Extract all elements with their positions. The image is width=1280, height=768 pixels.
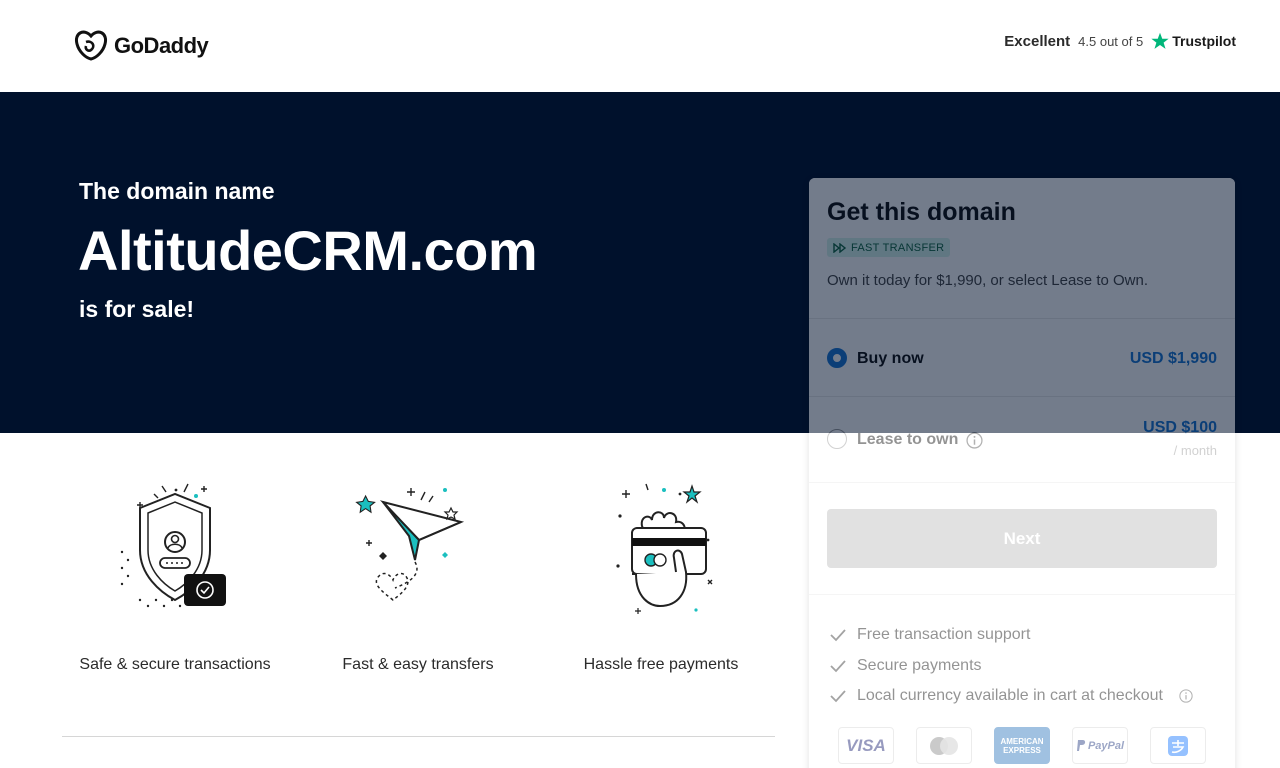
buy-now-radio[interactable] <box>827 348 847 368</box>
godaddy-logo-icon <box>74 30 108 61</box>
trust-excellent-label: Excellent <box>1004 32 1071 50</box>
lease-price: USD $100 <box>1143 419 1217 436</box>
domain-name-heading: AltitudeCRM.com <box>78 219 538 282</box>
feature-label-payments: Hassle free payments <box>583 656 739 673</box>
fast-forward-icon <box>833 242 847 253</box>
card-header: Get this domain FAST TRANSFER Own it tod… <box>809 178 1235 319</box>
visa-text: VISA <box>846 735 886 755</box>
trust-rating-text: 4.5 out of 5 <box>1078 33 1144 49</box>
shield-lock-icon <box>120 483 226 608</box>
visa-logo: VISA <box>838 727 894 764</box>
alipay-logo <box>1150 727 1206 764</box>
brand-name: GoDaddy <box>114 33 209 58</box>
check-icon <box>830 690 846 703</box>
card-separator <box>809 594 1235 595</box>
paypal-text: PayPal <box>1087 739 1125 752</box>
paper-plane-icon <box>355 488 465 601</box>
benefit-item: Local currency available in cart at chec… <box>829 681 1193 712</box>
benefit-item: Free transaction support <box>829 620 1193 651</box>
hero-intro-text: The domain name <box>79 178 275 204</box>
amex-text: AMERICAN EXPRESS <box>1000 736 1044 755</box>
hero-for-sale-text: is for sale! <box>79 296 195 322</box>
info-icon[interactable] <box>966 431 983 449</box>
paypal-logo: PayPal <box>1072 727 1128 764</box>
card-description: Own it today for $1,990, or select Lease… <box>827 272 1149 289</box>
alipay-icon <box>1168 735 1188 756</box>
amex-logo: AMERICAN EXPRESS <box>994 727 1050 764</box>
fast-transfer-label: FAST TRANSFER <box>851 241 945 254</box>
feature-transfer: Fast & easy transfers <box>308 480 528 674</box>
feature-label-transfer: Fast & easy transfers <box>342 656 494 673</box>
buy-now-label: Buy now <box>857 350 924 367</box>
purchase-card: Get this domain FAST TRANSFER Own it tod… <box>809 178 1235 768</box>
lease-to-own-radio[interactable] <box>827 429 847 449</box>
lease-to-own-label: Lease to own <box>857 431 959 448</box>
mastercard-logo <box>916 727 972 764</box>
benefit-text: Free transaction support <box>857 626 1031 644</box>
info-icon[interactable] <box>1179 689 1193 703</box>
card-payment-icon <box>616 483 713 614</box>
benefits-list: Free transaction support Secure payments… <box>829 620 1193 712</box>
feature-payments: Hassle free payments <box>551 480 771 674</box>
check-icon <box>830 660 846 673</box>
option-buy-now[interactable]: Buy now USD $1,990 <box>809 319 1235 397</box>
lease-to-own-label-group: Lease to own <box>857 431 983 449</box>
check-icon <box>830 629 846 642</box>
card-title: Get this domain <box>827 198 1016 226</box>
feature-label-secure: Safe & secure transactions <box>79 656 271 673</box>
page: GoDaddy Excellent 4.5 out of 5 Trustpilo… <box>0 0 1280 768</box>
lease-price-period: / month <box>1173 443 1217 458</box>
benefit-text: Local currency available in cart at chec… <box>857 687 1163 705</box>
trustpilot-star-icon <box>1151 32 1169 49</box>
section-divider <box>62 736 775 737</box>
feature-secure: Safe & secure transactions <box>65 480 285 674</box>
fast-transfer-badge: FAST TRANSFER <box>827 238 951 257</box>
benefit-item: Secure payments <box>829 651 1193 682</box>
benefit-text: Secure payments <box>857 656 982 674</box>
mastercard-icon <box>930 736 958 755</box>
trustpilot-label: Trustpilot <box>1172 33 1236 49</box>
trustpilot-brand: Trustpilot <box>1151 32 1236 50</box>
paypal-icon <box>1076 739 1086 751</box>
site-header: GoDaddy Excellent 4.5 out of 5 Trustpilo… <box>0 0 1280 92</box>
option-lease-to-own[interactable]: Lease to own USD $100 / month <box>809 397 1235 483</box>
next-button[interactable]: Next <box>827 509 1217 568</box>
trustpilot-rating[interactable]: Excellent 4.5 out of 5 Trustpilot <box>1004 32 1236 50</box>
buy-now-price: USD $1,990 <box>1129 350 1217 367</box>
payment-methods: VISA AMERICAN EXPRESS PayPal <box>838 727 1206 764</box>
godaddy-logo[interactable]: GoDaddy <box>74 30 209 62</box>
